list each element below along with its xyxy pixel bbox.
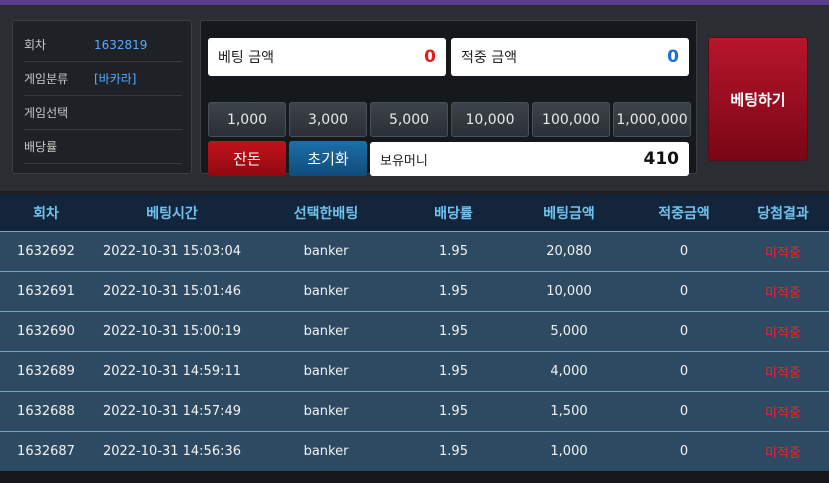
cell-result: 미적중 <box>737 391 829 432</box>
cell-selected-bet: banker <box>252 231 400 272</box>
cell-round: 1632691 <box>0 271 92 312</box>
cell-selected-bet: banker <box>252 351 400 392</box>
table-row: 1632690 2022-10-31 15:00:19 banker 1.95 … <box>0 311 829 352</box>
reset-button[interactable]: 초기화 <box>289 141 367 176</box>
round-info-box: 회차 1632819 게임분류 [바카라] 게임선택 배당률 <box>12 20 192 174</box>
cell-bet-time: 2022-10-31 14:59:11 <box>92 351 252 392</box>
col-header-result: 당첨결과 <box>737 195 829 232</box>
cell-result: 미적중 <box>737 351 829 392</box>
cell-round: 1632689 <box>0 351 92 392</box>
cell-bet-amount: 1,500 <box>507 391 631 432</box>
win-amount-field: 적중 금액 0 <box>451 38 689 76</box>
info-row-round: 회차 1632819 <box>24 28 182 62</box>
balance-label: 보유머니 <box>380 153 428 169</box>
info-row-game-select: 게임선택 <box>24 96 182 130</box>
cell-odds: 1.95 <box>400 271 507 312</box>
chip-10000-button[interactable]: 10,000 <box>451 102 529 137</box>
round-value: 1632819 <box>94 37 148 52</box>
col-header-bet-time: 베팅시간 <box>92 195 252 232</box>
chip-1000-button[interactable]: 1,000 <box>208 102 286 137</box>
cell-bet-amount: 10,000 <box>507 271 631 312</box>
balance-value: 410 <box>643 149 680 169</box>
cell-odds: 1.95 <box>400 311 507 352</box>
table-row: 1632691 2022-10-31 15:01:46 banker 1.95 … <box>0 271 829 312</box>
cell-win-amount: 0 <box>631 231 737 272</box>
info-row-odds: 배당률 <box>24 130 182 164</box>
remainder-button[interactable]: 잔돈 <box>208 141 286 176</box>
cell-round: 1632688 <box>0 391 92 432</box>
chip-5000-button[interactable]: 5,000 <box>370 102 448 137</box>
cell-bet-time: 2022-10-31 15:03:04 <box>92 231 252 272</box>
cell-selected-bet: banker <box>252 431 400 471</box>
game-type-label: 게임분류 <box>24 72 69 86</box>
table-row: 1632687 2022-10-31 14:56:36 banker 1.95 … <box>0 431 829 471</box>
cell-round: 1632692 <box>0 231 92 272</box>
cell-result: 미적중 <box>737 431 829 471</box>
cell-win-amount: 0 <box>631 271 737 312</box>
cell-selected-bet: banker <box>252 311 400 352</box>
cell-odds: 1.95 <box>400 231 507 272</box>
chip-1000000-button[interactable]: 1,000,000 <box>613 102 691 137</box>
bet-amount-value: 0 <box>424 47 436 67</box>
bet-panel: 회차 1632819 게임분류 [바카라] 게임선택 배당률 베팅 금액 0 적… <box>0 5 829 191</box>
bet-amount-field: 베팅 금액 0 <box>208 38 446 76</box>
info-row-game-type: 게임분류 [바카라] <box>24 62 182 96</box>
cell-round: 1632690 <box>0 311 92 352</box>
place-bet-button[interactable]: 베팅하기 <box>708 37 808 161</box>
round-label: 회차 <box>24 38 47 52</box>
col-header-odds: 배당률 <box>400 195 507 232</box>
cell-selected-bet: banker <box>252 391 400 432</box>
bet-controls: 베팅 금액 0 적중 금액 0 1,000 3,000 5,000 10,000… <box>200 20 697 176</box>
cell-selected-bet: banker <box>252 271 400 312</box>
bet-history-table: 회차 베팅시간 선택한배팅 배당률 베팅금액 적중금액 당첨결과 1632692… <box>0 195 829 483</box>
cell-odds: 1.95 <box>400 351 507 392</box>
cell-result: 미적중 <box>737 311 829 352</box>
cell-bet-amount: 1,000 <box>507 431 631 471</box>
cell-result: 미적중 <box>737 231 829 272</box>
cell-bet-time: 2022-10-31 15:00:19 <box>92 311 252 352</box>
table-row: 1632692 2022-10-31 15:03:04 banker 1.95 … <box>0 231 829 272</box>
cell-bet-time: 2022-10-31 14:56:36 <box>92 431 252 471</box>
cell-bet-time: 2022-10-31 14:57:49 <box>92 391 252 432</box>
col-header-bet-amount: 베팅금액 <box>507 195 631 232</box>
col-header-selected-bet: 선택한배팅 <box>252 195 400 232</box>
cell-win-amount: 0 <box>631 311 737 352</box>
cell-win-amount: 0 <box>631 391 737 432</box>
cell-round: 1632687 <box>0 431 92 471</box>
cell-bet-amount: 4,000 <box>507 351 631 392</box>
cell-win-amount: 0 <box>631 431 737 471</box>
odds-label: 배당률 <box>24 140 58 154</box>
bottom-strip <box>0 471 829 483</box>
cell-bet-amount: 20,080 <box>507 231 631 272</box>
cell-result: 미적중 <box>737 271 829 312</box>
table-row: 1632689 2022-10-31 14:59:11 banker 1.95 … <box>0 351 829 392</box>
win-amount-value: 0 <box>667 47 679 67</box>
bet-amount-label: 베팅 금액 <box>218 50 274 66</box>
col-header-round: 회차 <box>0 195 92 232</box>
cell-bet-time: 2022-10-31 15:01:46 <box>92 271 252 312</box>
chip-100000-button[interactable]: 100,000 <box>532 102 610 137</box>
table-row: 1632688 2022-10-31 14:57:49 banker 1.95 … <box>0 391 829 432</box>
game-select-label: 게임선택 <box>24 106 69 120</box>
balance-display: 보유머니 410 <box>370 142 689 176</box>
chip-3000-button[interactable]: 3,000 <box>289 102 367 137</box>
col-header-win-amount: 적중금액 <box>631 195 737 232</box>
cell-win-amount: 0 <box>631 351 737 392</box>
cell-bet-amount: 5,000 <box>507 311 631 352</box>
cell-odds: 1.95 <box>400 391 507 432</box>
cell-odds: 1.95 <box>400 431 507 471</box>
game-type-value: [바카라] <box>94 72 137 86</box>
table-header-row: 회차 베팅시간 선택한배팅 배당률 베팅금액 적중금액 당첨결과 <box>0 195 829 232</box>
win-amount-label: 적중 금액 <box>461 50 517 66</box>
